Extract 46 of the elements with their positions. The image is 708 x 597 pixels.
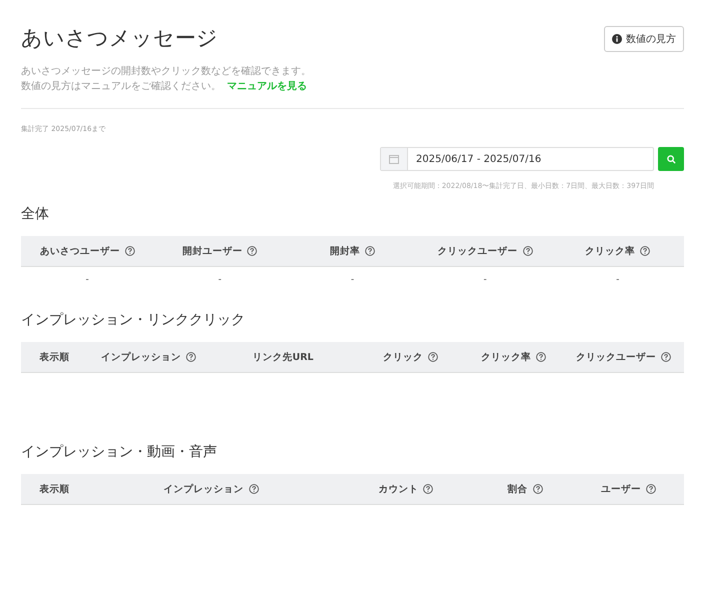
help-icon[interactable] xyxy=(248,484,259,494)
help-icon[interactable] xyxy=(522,246,533,256)
column-header: 割合 xyxy=(508,482,528,496)
help-icon[interactable] xyxy=(661,352,671,362)
description-text: あいさつメッセージの開封数やクリック数などを確認できます。 xyxy=(21,64,312,79)
calendar-icon xyxy=(389,154,399,164)
column-header: クリックユーザー xyxy=(438,244,518,258)
date-range-field[interactable]: 2025/06/17 - 2025/07/16 xyxy=(380,147,654,171)
help-button[interactable]: 数値の見方 xyxy=(604,26,684,52)
search-icon xyxy=(666,154,676,164)
help-icon[interactable] xyxy=(423,484,434,494)
column-header: リンク先URL xyxy=(252,350,314,364)
section-title: インプレッション・リンククリック xyxy=(21,311,246,329)
column-header: 表示順 xyxy=(40,482,70,496)
column-header: クリック率 xyxy=(585,244,636,258)
column-header: インプレッション xyxy=(164,482,244,496)
page-title: あいさつメッセージ xyxy=(21,25,218,52)
column-header: ユーザー xyxy=(600,482,641,496)
column-header: クリックユーザー xyxy=(576,350,656,364)
help-icon[interactable] xyxy=(186,352,196,362)
column-header: インプレッション xyxy=(100,350,181,364)
help-icon[interactable] xyxy=(646,484,656,494)
table-cell: - xyxy=(483,275,487,285)
table-cell: - xyxy=(350,275,354,285)
column-header: 開封率 xyxy=(330,244,360,258)
help-icon[interactable] xyxy=(536,352,546,362)
help-icon[interactable] xyxy=(247,246,258,256)
section-title: 全体 xyxy=(21,205,50,223)
help-icon[interactable] xyxy=(532,484,543,494)
column-header: クリック率 xyxy=(481,350,532,364)
section-title: インプレッション・動画・音声 xyxy=(21,443,218,461)
help-icon[interactable] xyxy=(364,246,375,256)
table-cell: - xyxy=(218,275,222,285)
column-header: 開封ユーザー xyxy=(182,244,242,258)
column-header: クリック xyxy=(383,350,424,364)
table-cell: - xyxy=(616,275,620,285)
search-button[interactable] xyxy=(658,147,684,171)
column-header: あいさつユーザー xyxy=(40,244,120,258)
description-text: 数値の見方はマニュアルをご確認ください。 xyxy=(21,81,221,92)
table-cell: - xyxy=(86,275,89,285)
help-icon[interactable] xyxy=(640,246,650,256)
info-icon xyxy=(612,34,622,44)
column-header: カウント xyxy=(378,482,418,496)
help-icon[interactable] xyxy=(124,246,135,256)
help-icon[interactable] xyxy=(428,352,438,362)
column-header: 表示順 xyxy=(40,350,70,364)
